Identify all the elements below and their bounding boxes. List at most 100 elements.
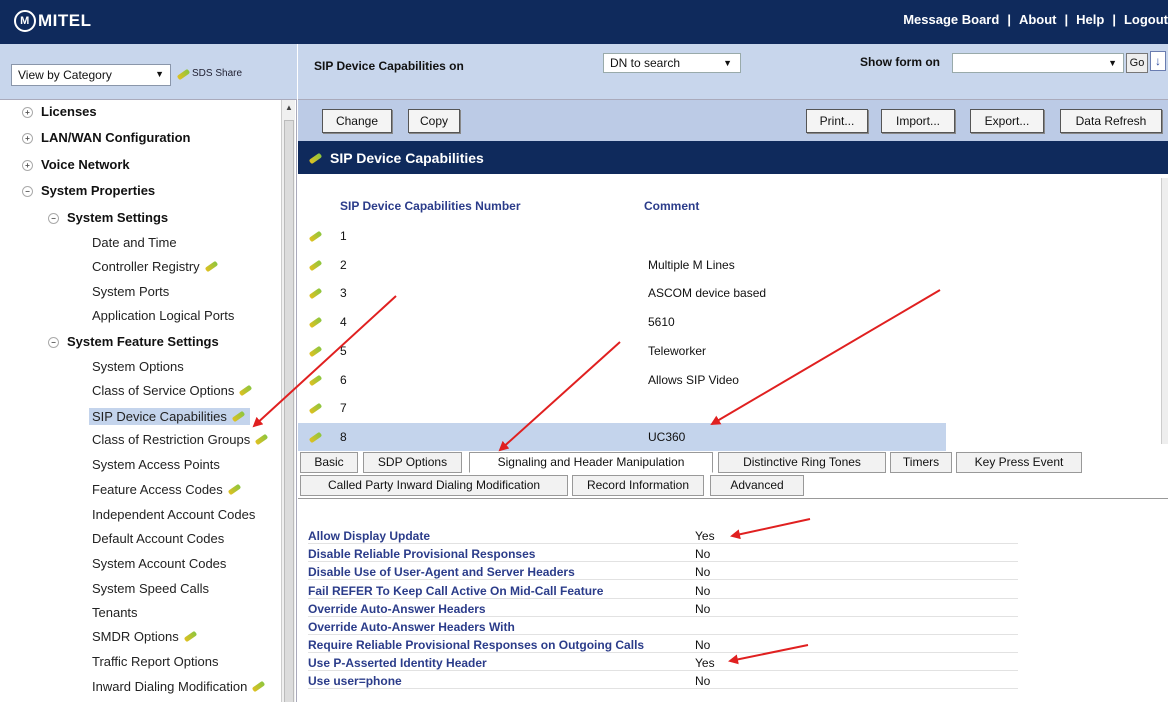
tab-key-press-event[interactable]: Key Press Event [956,452,1082,473]
tab-timers[interactable]: Timers [890,452,952,473]
tab-basic[interactable]: Basic [300,452,358,473]
list-scrollbar[interactable] [1161,178,1168,444]
download-arrow-icon[interactable]: ↓ [1150,51,1166,71]
detail-tabs: Basic SDP Options Signaling and Header Man… [298,452,1168,498]
table-row[interactable]: 8 UC360 [298,422,946,451]
table-row[interactable]: 4 5610 [298,308,946,336]
tab-distinctive-ring-tones[interactable]: Distinctive Ring Tones [718,452,886,473]
table-row[interactable]: 7 [298,394,946,422]
tree-item-tenants[interactable]: Tenants [92,605,138,620]
row-comment: ASCOM device based [648,286,767,301]
tab-signaling-and-header-manipulation[interactable]: Signaling and Header Manipulation [469,452,713,473]
section-edit-icon [308,153,324,163]
tree-item-system-account-codes[interactable]: System Account Codes [92,556,226,571]
tree-item-label: Feature Access Codes [92,482,223,497]
detail-value: No [695,638,711,652]
sds-share[interactable]: SDS Share [176,68,242,79]
collapse-icon[interactable]: − [22,186,33,197]
edit-record-icon[interactable] [308,403,324,413]
show-form-select[interactable]: ▼ [952,53,1124,73]
tree-item-traffic-report-options[interactable]: Traffic Report Options [92,654,218,669]
edit-record-icon[interactable] [308,375,324,385]
go-button[interactable]: Go [1126,53,1148,73]
tree-item-independent-account-codes[interactable]: Independent Account Codes [92,507,255,522]
form-bar: SIP Device Capabilities on DN to search … [298,44,1168,99]
link-about[interactable]: About [1019,12,1057,27]
collapse-icon[interactable]: − [48,213,59,224]
tab-called-party-inward-dialing-modification[interactable]: Called Party Inward Dialing Modification [300,475,568,496]
tree-item-inward-dialing-modification[interactable]: Inward Dialing Modification [92,679,267,694]
collapse-icon[interactable]: − [48,337,59,348]
edit-record-icon[interactable] [308,231,324,241]
row-number: 1 [340,229,347,243]
detail-value: No [695,565,711,579]
column-header-comment[interactable]: Comment [644,199,699,213]
edit-record-icon[interactable] [308,288,324,298]
detail-value: Yes [695,656,715,670]
view-by-value: View by Category [18,68,112,82]
section-title: SIP Device Capabilities [330,150,484,166]
tree-item-class-of-restriction-groups[interactable]: Class of Restriction Groups [92,432,270,447]
row-number: 7 [340,401,347,416]
link-logout[interactable]: Logout [1124,12,1168,27]
tree-item-feature-access-codes[interactable]: Feature Access Codes [92,482,243,497]
edit-record-icon[interactable] [308,317,324,327]
edit-record-icon[interactable] [308,432,324,442]
scroll-up-icon[interactable]: ▲ [285,103,293,112]
tree-item-default-account-codes[interactable]: Default Account Codes [92,531,224,546]
dropdown-arrow-icon: ▼ [1108,58,1117,68]
tree-item-system-feature-settings[interactable]: − System Feature Settings [48,334,219,349]
tree-item-system-options[interactable]: System Options [92,359,184,374]
copy-button[interactable]: Copy [408,109,460,133]
import-button[interactable]: Import... [881,109,955,133]
row-comment: UC360 [648,429,686,444]
column-header-number[interactable]: SIP Device Capabilities Number [340,199,521,213]
table-row[interactable]: 2 Multiple M Lines [298,251,946,279]
tree-item-label: Traffic Report Options [92,654,219,669]
sds-share-icon [176,69,192,79]
tree-item-label: System Feature Settings [67,334,219,349]
table-row[interactable]: 1 [298,222,946,250]
edit-record-icon[interactable] [308,346,324,356]
tab-record-information[interactable]: Record Information [572,475,704,496]
expand-icon[interactable]: + [22,133,33,144]
tree-item-licenses[interactable]: + Licenses [22,104,97,119]
view-by-select[interactable]: View by Category ▼ [11,64,171,86]
table-row[interactable]: 5 Teleworker [298,337,946,365]
capabilities-list: SIP Device Capabilities Number Comment 1… [298,174,1168,451]
tree-item-smdr-options[interactable]: SMDR Options [92,629,199,644]
tree-item-system-ports[interactable]: System Ports [92,284,169,299]
tree-item-controller-registry[interactable]: Controller Registry [92,259,220,274]
scroll-thumb[interactable] [284,120,294,702]
tree-item-date-and-time[interactable]: Date and Time [92,235,177,250]
tree-item-voice-network[interactable]: + Voice Network [22,157,130,172]
detail-row-disable-use-of-user-agent-and-server-headers: Disable Use of User-Agent and Server Hea… [308,564,1018,580]
tree-item-lan-wan-configuration[interactable]: + LAN/WAN Configuration [22,130,190,145]
tree-item-system-properties[interactable]: − System Properties [22,183,155,198]
tree-item-system-access-points[interactable]: System Access Points [92,457,220,472]
tab-advanced[interactable]: Advanced [710,475,804,496]
tree-item-application-logical-ports[interactable]: Application Logical Ports [92,308,234,323]
row-comment: 5610 [648,315,675,330]
table-row[interactable]: 3 ASCOM device based [298,279,946,307]
print-button[interactable]: Print... [806,109,868,133]
tree-item-class-of-service-options[interactable]: Class of Service Options [92,383,254,398]
expand-icon[interactable]: + [22,107,33,118]
expand-icon[interactable]: + [22,160,33,171]
link-help[interactable]: Help [1076,12,1104,27]
data-refresh-button[interactable]: Data Refresh [1060,109,1162,133]
change-button[interactable]: Change [322,109,392,133]
detail-row-use-p-asserted-identity-header: Use P-Asserted Identity Header Yes [308,655,1018,671]
tree-item-system-settings[interactable]: − System Settings [48,210,168,225]
tree-item-sip-device-capabilities[interactable]: SIP Device Capabilities [89,408,250,425]
table-row[interactable]: 6 Allows SIP Video [298,366,946,394]
edit-record-icon[interactable] [308,260,324,270]
link-message-board[interactable]: Message Board [903,12,999,27]
tree-item-system-speed-calls[interactable]: System Speed Calls [92,581,209,596]
tab-sdp-options[interactable]: SDP Options [363,452,462,473]
export-button[interactable]: Export... [970,109,1044,133]
dn-search-select[interactable]: DN to search ▼ [603,53,741,73]
detail-row-use-user-phone: Use user=phone No [308,673,1018,689]
link-separator: | [1064,12,1069,27]
left-scrollbar[interactable]: ▲ [281,100,295,702]
